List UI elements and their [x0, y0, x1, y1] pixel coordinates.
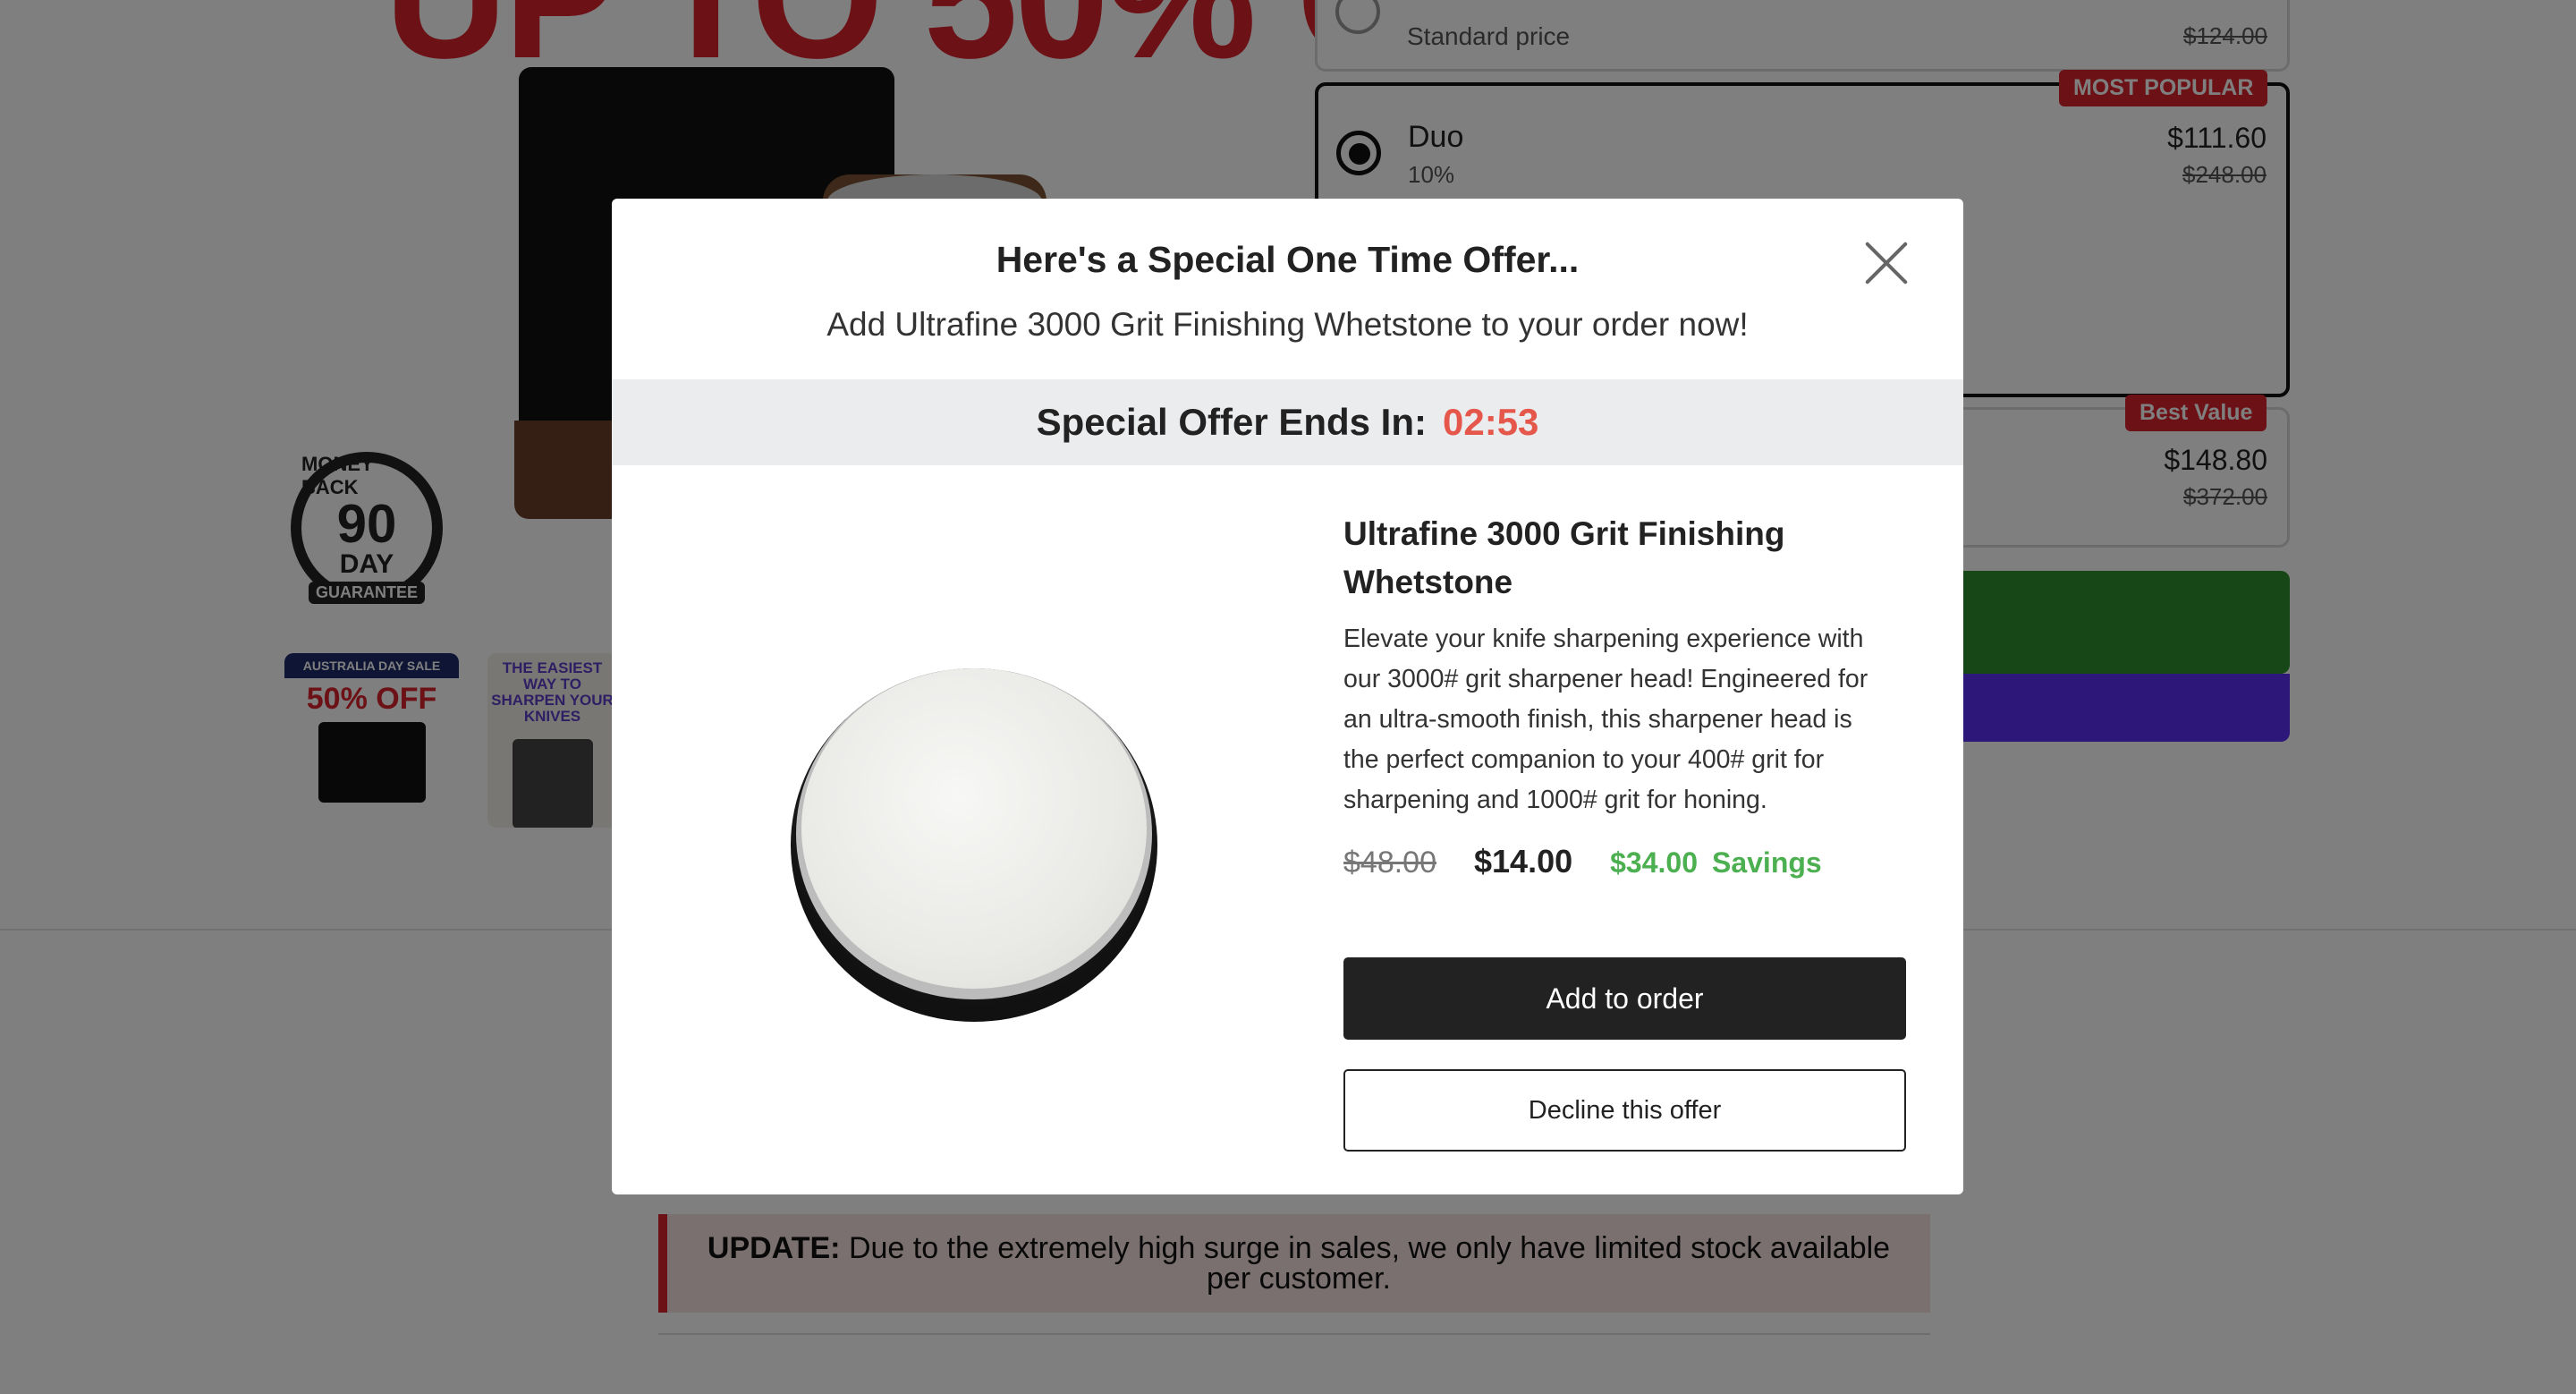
timer-countdown: 02:53 — [1443, 401, 1539, 443]
close-icon[interactable] — [1863, 240, 1910, 286]
timer-label: Special Offer Ends In: — [1036, 401, 1427, 443]
savings-amount: $34.00 — [1610, 846, 1698, 879]
add-to-order-button[interactable]: Add to order — [1343, 957, 1906, 1040]
offer-timer-bar: Special Offer Ends In: 02:53 — [612, 379, 1963, 465]
whetstone-face — [801, 668, 1147, 989]
product-description: Elevate your knife sharpening experience… — [1343, 625, 1868, 814]
product-pricing: $48.00 $14.00 $34.00 Savings — [1343, 843, 1822, 880]
whetstone-product-image — [791, 668, 1157, 1022]
original-price: $48.00 — [1343, 846, 1436, 880]
upsell-modal: Here's a Special One Time Offer... Add U… — [612, 199, 1963, 1194]
product-title: Ultrafine 3000 Grit Finishing Whetstone — [1343, 515, 1785, 600]
offer-price: $14.00 — [1474, 843, 1573, 880]
savings-label: Savings — [1711, 846, 1822, 879]
decline-offer-button[interactable]: Decline this offer — [1343, 1069, 1906, 1152]
modal-title: Here's a Special One Time Offer... — [996, 239, 1580, 280]
modal-subtitle: Add Ultrafine 3000 Grit Finishing Whetst… — [826, 306, 1749, 343]
